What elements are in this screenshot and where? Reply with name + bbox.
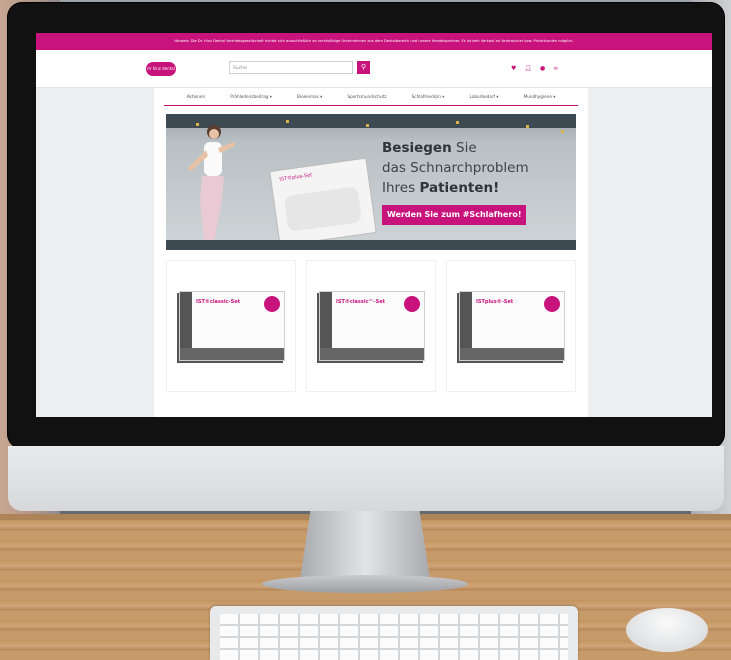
monitor-stand (300, 511, 430, 579)
search-button[interactable]: ⚲ (357, 61, 370, 74)
monitor-chin (8, 446, 724, 511)
brand-badge-icon (264, 296, 280, 312)
monitor-foot (262, 575, 468, 593)
confetti (561, 130, 564, 133)
confetti (366, 124, 369, 127)
nav-item-praehledenz[interactable]: Prähledenzbeitrag ▾ (230, 88, 272, 105)
search-icon: ⚲ (360, 63, 367, 71)
product-grid: IST®classic-Set IST®classic™-Set ISTplus… (166, 260, 576, 392)
site-logo[interactable]: dr hinz dental (146, 62, 176, 76)
banner-headline: Besiegen Sie das Schnarchproblem Ihres P… (382, 138, 529, 198)
product-kit-image: IST®plus-Set (269, 157, 377, 247)
product-image: ISTplus®-Set (459, 291, 565, 361)
main-nav: Aktionen Prähledenzbeitrag ▾ Bioeiemas ▾… (164, 88, 578, 106)
hero-banner[interactable]: IST®plus-Set Besiegen Sie das Schnarchpr… (166, 114, 576, 250)
product-image: IST®classic-Set (179, 291, 285, 361)
kit-label: IST®plus-Set (279, 172, 313, 183)
search-input[interactable]: Suche (229, 61, 353, 74)
nav-item-schlafmedizin[interactable]: Schlafmedizin ▾ (412, 88, 445, 105)
confetti (526, 125, 529, 128)
product-card[interactable]: IST®classic™-Set (306, 260, 436, 392)
keyboard (210, 606, 578, 660)
headline-line3-bold: Patienten! (419, 180, 500, 196)
confetti (456, 121, 459, 124)
screen: Hinweis: Die Dr. Hinz Dental Vertriebsge… (36, 33, 712, 417)
headline-line3-prefix: Ihres (382, 180, 416, 196)
site-header: dr hinz dental Suche ⚲ ♥ 👤︎ ● ∞ (36, 50, 712, 88)
product-name: IST®classic-Set (196, 299, 241, 305)
woman-figure (188, 125, 235, 242)
headline-bold: Besiegen (382, 140, 452, 156)
product-name: ISTplus®-Set (476, 299, 514, 305)
header-icons: ♥ 👤︎ ● ∞ (511, 65, 558, 73)
headline-line2: das Schnarchproblem (382, 160, 529, 176)
nav-item-mundhygiene[interactable]: Mundhygiene ▾ (524, 88, 556, 105)
confetti (286, 120, 289, 123)
cta-button[interactable]: Werden Sie zum #Schlafhero! (382, 205, 527, 225)
product-card[interactable]: IST®classic-Set (166, 260, 296, 392)
nav-item-sportsmundschutz[interactable]: Sportsmundschutz (347, 88, 386, 105)
main-content: Aktionen Prähledenzbeitrag ▾ Bioeiemas ▾… (154, 88, 588, 417)
mouse (626, 608, 708, 652)
banner-bottom-strip (166, 240, 576, 250)
nav-item-laborbedarf[interactable]: Laborbedarf ▾ (470, 88, 499, 105)
product-image: IST®classic™-Set (319, 291, 425, 361)
glasses-icon[interactable]: ∞ (553, 65, 558, 73)
nav-item-aktionen[interactable]: Aktionen (187, 88, 206, 105)
brand-badge-icon (404, 296, 420, 312)
cart-icon[interactable]: ● (540, 65, 545, 73)
heart-icon[interactable]: ♥ (511, 65, 516, 73)
brand-badge-icon (544, 296, 560, 312)
product-card[interactable]: ISTplus®-Set (446, 260, 576, 392)
product-name: IST®classic™-Set (336, 299, 386, 305)
user-icon[interactable]: 👤︎ (524, 65, 532, 73)
notice-bar: Hinweis: Die Dr. Hinz Dental Vertriebsge… (36, 33, 712, 50)
headline-rest: Sie (456, 140, 477, 156)
nav-item-bioeiemas[interactable]: Bioeiemas ▾ (297, 88, 322, 105)
